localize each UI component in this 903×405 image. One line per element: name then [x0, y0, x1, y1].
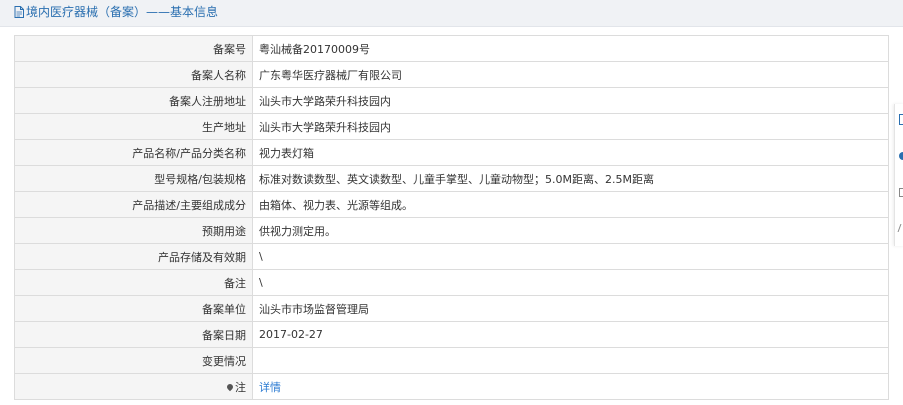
row-value: \: [252, 243, 889, 270]
row-label: 备注: [14, 269, 253, 296]
table-row: 备案人名称 广东粤华医疗器械厂有限公司: [14, 61, 889, 88]
row-value: 视力表灯箱: [252, 139, 889, 166]
row-label: 产品名称/产品分类名称: [14, 139, 253, 166]
note-value: 详情: [252, 373, 889, 400]
table-row: 备案日期 2017-02-27: [14, 321, 889, 348]
row-label: 生产地址: [14, 113, 253, 140]
row-label: 产品描述/主要组成成分: [14, 191, 253, 218]
row-value: 供视力测定用。: [252, 217, 889, 244]
table-row: 备注 \: [14, 269, 889, 296]
floating-side-toolbar: [894, 104, 903, 246]
page: 境内医疗器械（备案）——基本信息 备案号 粤汕械备20170009号 备案人名称…: [0, 0, 903, 405]
row-value: 由箱体、视力表、光源等组成。: [252, 191, 889, 218]
row-label: 变更情况: [14, 347, 253, 374]
page-title-text: 境内医疗器械（备案）——基本信息: [26, 5, 219, 19]
page-title: 境内医疗器械（备案）——基本信息: [14, 4, 218, 22]
row-label: 备案人名称: [14, 61, 253, 88]
row-value: 汕头市大学路荣升科技园内: [252, 113, 889, 140]
row-label: 备案日期: [14, 321, 253, 348]
document-icon: [14, 6, 24, 22]
row-value: 汕头市大学路荣升科技园内: [252, 87, 889, 114]
row-label: 型号规格/包装规格: [14, 165, 253, 192]
table-row: 产品名称/产品分类名称 视力表灯箱: [14, 139, 889, 166]
side-toolbar-icon-1[interactable]: [899, 114, 903, 125]
row-value: 汕头市市场监督管理局: [252, 295, 889, 322]
row-value: 2017-02-27: [252, 321, 889, 348]
table-row: 变更情况: [14, 347, 889, 374]
table-row: 备案单位 汕头市市场监督管理局: [14, 295, 889, 322]
note-label: 注: [14, 373, 253, 400]
row-value: \: [252, 269, 889, 296]
basic-info-table: 备案号 粤汕械备20170009号 备案人名称 广东粤华医疗器械厂有限公司 备案…: [14, 35, 889, 400]
table-row: 生产地址 汕头市大学路荣升科技园内: [14, 113, 889, 140]
section-header: 境内医疗器械（备案）——基本信息: [0, 0, 903, 27]
row-value: 粤汕械备20170009号: [252, 35, 889, 62]
row-label: 备案人注册地址: [14, 87, 253, 114]
table-row: 产品存储及有效期 \: [14, 243, 889, 270]
table-row: 产品描述/主要组成成分 由箱体、视力表、光源等组成。: [14, 191, 889, 218]
row-label: 预期用途: [14, 217, 253, 244]
table-row: 预期用途 供视力测定用。: [14, 217, 889, 244]
pin-icon: [225, 382, 235, 391]
row-value: 标准对数读数型、英文读数型、儿童手掌型、儿童动物型；5.0M距离、2.5M距离: [252, 165, 889, 192]
table-row: 型号规格/包装规格 标准对数读数型、英文读数型、儿童手掌型、儿童动物型；5.0M…: [14, 165, 889, 192]
side-toolbar-icon-4[interactable]: [897, 224, 903, 232]
row-value: [252, 347, 889, 374]
details-link[interactable]: 详情: [259, 381, 281, 394]
table-row: 备案人注册地址 汕头市大学路荣升科技园内: [14, 87, 889, 114]
note-row: 注 详情: [14, 373, 889, 400]
side-toolbar-icon-2[interactable]: [899, 152, 903, 160]
row-value: 广东粤华医疗器械厂有限公司: [252, 61, 889, 88]
row-label: 备案单位: [14, 295, 253, 322]
row-label: 备案号: [14, 35, 253, 62]
side-toolbar-icon-3[interactable]: [899, 188, 903, 197]
row-label: 产品存储及有效期: [14, 243, 253, 270]
table-row: 备案号 粤汕械备20170009号: [14, 35, 889, 62]
note-label-text: 注: [235, 380, 246, 394]
